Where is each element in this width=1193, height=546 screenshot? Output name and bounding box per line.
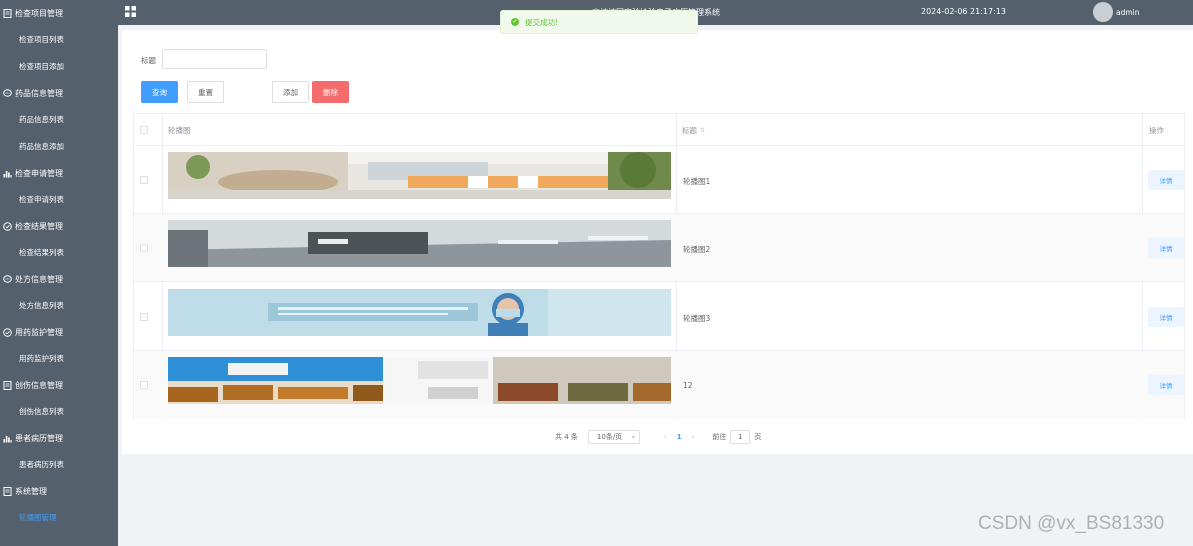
search-button[interactable]: 查询 (141, 81, 178, 103)
grid-menu-icon[interactable] (125, 6, 136, 17)
carousel-table: 轮播图 标题 ⇅ 操作 轮播图1 详情 轮播图2 详情 轮播图3 详情 12 详… (133, 113, 1185, 420)
pagination-total: 共 4 条 (555, 433, 578, 441)
check-circle-icon (3, 327, 12, 337)
row-title: 轮播图3 (683, 314, 711, 323)
sidebar-group-drug-info[interactable]: 药品信息管理 (0, 80, 118, 106)
sidebar-group-label: 药品信息管理 (15, 88, 63, 98)
column-header-image: 轮播图 (168, 125, 191, 135)
sidebar-group-label: 用药监护管理 (15, 327, 63, 337)
chat-icon (3, 274, 12, 284)
detail-button[interactable]: 详情 (1148, 238, 1184, 258)
sidebar-group-system[interactable]: 系统管理 (0, 478, 118, 504)
sidebar-group-exam-items[interactable]: 检查项目管理 (0, 0, 118, 26)
sidebar-item-trauma-info-list[interactable]: 创伤信息列表 (0, 398, 118, 425)
watermark: CSDN @vx_BS81330 (978, 513, 1165, 534)
row-checkbox[interactable] (140, 176, 148, 184)
row-title: 轮播图1 (683, 177, 711, 186)
sidebar-item-drug-info-add[interactable]: 药品信息添加 (0, 133, 118, 160)
sidebar-group-label: 系统管理 (15, 486, 47, 496)
bar-chart-icon (3, 434, 12, 443)
sidebar-item-prescription-list[interactable]: 处方信息列表 (0, 292, 118, 319)
carousel-image (168, 289, 671, 336)
title-search-input[interactable] (162, 49, 267, 69)
carousel-image (168, 220, 671, 267)
datetime: 2024-02-06 21:17:13 (921, 7, 1006, 16)
bar-chart-icon (3, 169, 12, 178)
sidebar-group-label: 创伤信息管理 (15, 380, 63, 390)
table-row: 12 详情 (134, 351, 1184, 419)
prev-page-icon[interactable]: ‹ (664, 433, 667, 441)
row-checkbox[interactable] (140, 244, 148, 252)
table-header: 轮播图 标题 ⇅ 操作 (134, 114, 1184, 146)
row-title: 12 (683, 381, 693, 390)
add-button[interactable]: 添加 (272, 81, 309, 103)
delete-button[interactable]: 删除 (312, 81, 349, 103)
sidebar-group-label: 检查申请管理 (15, 168, 63, 178)
sidebar-item-exam-item-add[interactable]: 检查项目添加 (0, 53, 118, 80)
detail-button[interactable]: 详情 (1148, 170, 1184, 190)
list-icon (3, 380, 12, 390)
sidebar-group-label: 检查项目管理 (15, 8, 63, 18)
sidebar-group-exam-results[interactable]: 检查结果管理 (0, 213, 118, 239)
sidebar-item-carousel-management[interactable]: 轮播图管理 (0, 504, 118, 531)
detail-button[interactable]: 详情 (1148, 307, 1184, 327)
sidebar-group-label: 患者病历管理 (15, 433, 63, 443)
page-size-value: 10条/页 (596, 433, 623, 441)
table-row: 轮播图2 详情 (134, 214, 1184, 282)
row-checkbox[interactable] (140, 381, 148, 389)
row-checkbox[interactable] (140, 313, 148, 321)
check-circle-icon (3, 221, 12, 231)
chevron-down-icon: ▾ (631, 434, 635, 441)
main-panel: 标题 查询 重置 添加 删除 轮播图 标题 ⇅ 操作 轮播图1 详情 轮播图2 … (122, 30, 1193, 454)
column-header-title[interactable]: 标题 ⇅ (682, 114, 705, 146)
next-page-icon[interactable]: › (692, 433, 695, 441)
sidebar-group-label: 处方信息管理 (15, 274, 63, 284)
sidebar-group-label: 检查结果管理 (15, 221, 63, 231)
toast-message: 提交成功! (525, 17, 559, 27)
sidebar: 检查项目管理 检查项目列表 检查项目添加 药品信息管理 药品信息列表 药品信息添… (0, 0, 118, 546)
sidebar-group-medication-monitoring[interactable]: 用药监护管理 (0, 319, 118, 345)
carousel-image (168, 357, 671, 404)
page-size-select[interactable]: 10条/页 ▾ (587, 430, 640, 444)
page-number-current[interactable]: 1 (677, 433, 682, 441)
sidebar-group-exam-requests[interactable]: 检查申请管理 (0, 160, 118, 186)
avatar[interactable] (1093, 2, 1113, 22)
row-title: 轮播图2 (683, 245, 711, 254)
goto-page-input[interactable]: 1 (730, 430, 751, 444)
sidebar-item-medication-monitoring-list[interactable]: 用药监护列表 (0, 345, 118, 372)
reset-button[interactable]: 重置 (187, 81, 224, 103)
goto-label: 前往 (712, 433, 727, 441)
sidebar-group-prescriptions[interactable]: 处方信息管理 (0, 266, 118, 292)
sidebar-item-exam-result-list[interactable]: 检查结果列表 (0, 239, 118, 266)
chat-icon (3, 88, 12, 98)
list-icon (3, 8, 12, 18)
sidebar-item-drug-info-list[interactable]: 药品信息列表 (0, 106, 118, 133)
sidebar-group-trauma-info[interactable]: 创伤信息管理 (0, 372, 118, 398)
username[interactable]: admin (1116, 8, 1140, 17)
column-title-label: 标题 (682, 125, 697, 135)
select-all-checkbox[interactable] (140, 126, 148, 134)
search-label: 标题 (141, 56, 156, 65)
pagination: 共 4 条 10条/页 ▾ ‹ 1 › 前往 1 页 (555, 430, 761, 444)
table-row: 轮播图3 详情 (134, 283, 1184, 351)
success-check-icon: ✓ (511, 18, 519, 26)
detail-button[interactable]: 详情 (1148, 375, 1184, 395)
carousel-image (168, 152, 671, 199)
sort-icon[interactable]: ⇅ (700, 127, 705, 134)
success-toast: ✓ 提交成功! (500, 10, 698, 34)
sidebar-item-patient-record-list[interactable]: 患者病历列表 (0, 451, 118, 478)
page-suffix: 页 (754, 433, 762, 441)
sidebar-item-exam-request-list[interactable]: 检查申请列表 (0, 186, 118, 213)
column-header-actions: 操作 (1149, 125, 1164, 135)
sidebar-group-patient-records[interactable]: 患者病历管理 (0, 425, 118, 451)
sidebar-item-exam-item-list[interactable]: 检查项目列表 (0, 26, 118, 53)
list-icon (3, 486, 12, 496)
table-row: 轮播图1 详情 (134, 146, 1184, 214)
